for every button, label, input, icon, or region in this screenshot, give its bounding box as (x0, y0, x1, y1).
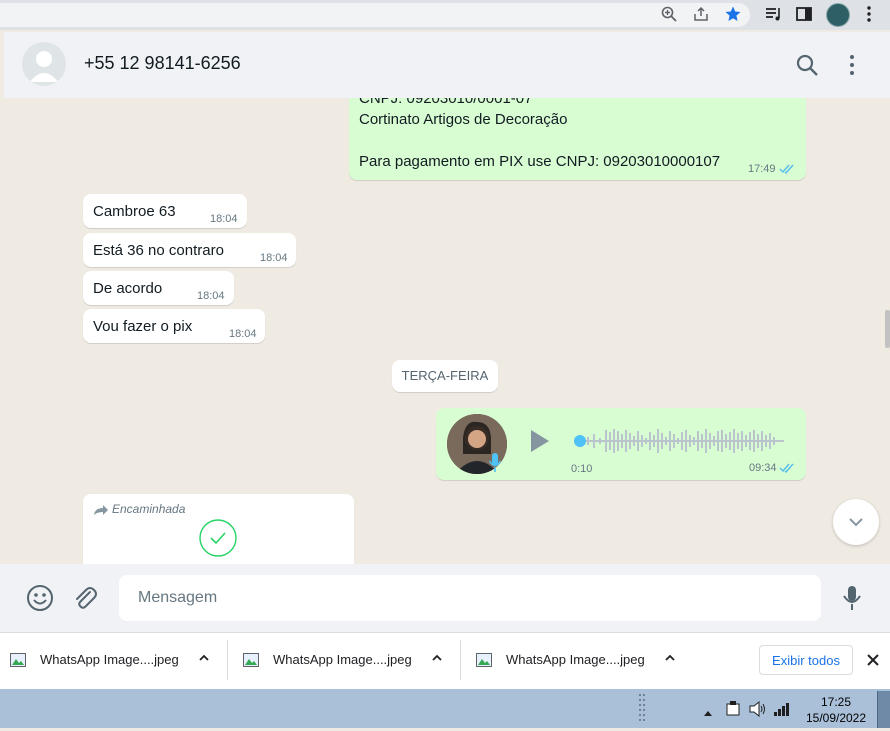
taskbar-grip (638, 692, 646, 731)
usb-eject-icon[interactable] (724, 700, 742, 723)
menu-icon[interactable] (859, 5, 879, 25)
microphone-icon[interactable] (840, 584, 864, 617)
message-input[interactable] (119, 575, 821, 621)
message-time: 18:04 (260, 252, 288, 264)
contact-name[interactable]: +55 12 98141-6256 (84, 53, 241, 74)
address-bar[interactable] (0, 3, 750, 27)
share-icon[interactable] (691, 5, 711, 25)
play-icon[interactable] (529, 428, 551, 458)
message-time: 18:04 (210, 213, 238, 225)
close-icon[interactable] (866, 653, 880, 672)
forwarded-message[interactable]: Encaminhada (83, 494, 354, 564)
chevron-up-icon[interactable] (198, 652, 210, 667)
network-icon[interactable] (773, 701, 791, 722)
download-filename: WhatsApp Image....jpeg (273, 652, 412, 667)
message-text: CNPJ: 09203010/0001-07 (359, 98, 533, 107)
clock-date[interactable]: 15/09/2022 (803, 711, 869, 725)
message-text: Está 36 no contraro (93, 242, 224, 259)
divider (460, 640, 461, 680)
message-placeholder: Mensagem (138, 589, 218, 606)
message-text: Cambroe 63 (93, 203, 176, 220)
avatar[interactable] (22, 42, 66, 86)
divider (227, 640, 228, 680)
outgoing-message[interactable]: CNPJ: 09203010/0001-07 Cortinato Artigos… (349, 98, 806, 180)
scrollbar-thumb[interactable] (885, 310, 890, 348)
emoji-icon[interactable] (26, 584, 54, 617)
zoom-icon[interactable] (659, 5, 679, 25)
download-filename: WhatsApp Image....jpeg (40, 652, 179, 667)
message-text: Cortinato Artigos de Decoração (359, 111, 568, 128)
scroll-down-button[interactable] (833, 499, 879, 545)
show-desktop-button[interactable] (877, 691, 890, 728)
read-ticks-icon (779, 461, 797, 478)
show-all-button[interactable]: Exibir todos (759, 645, 853, 675)
chevron-up-icon[interactable] (664, 652, 676, 667)
clock-time[interactable]: 17:25 (806, 695, 866, 709)
message-text: Vou fazer o pix (93, 318, 193, 335)
incoming-message[interactable]: De acordo 18:04 (83, 271, 234, 305)
search-icon[interactable] (795, 53, 819, 82)
forwarded-label: Encaminhada (112, 502, 186, 516)
message-text: De acordo (93, 280, 163, 297)
incoming-message[interactable]: Está 36 no contraro 18:04 (83, 233, 296, 267)
forward-arrow-icon (93, 503, 109, 520)
bookmark-star-icon[interactable] (723, 5, 743, 25)
tray-expand-icon[interactable] (703, 704, 713, 722)
incoming-message[interactable]: Cambroe 63 18:04 (83, 194, 247, 228)
download-filename: WhatsApp Image....jpeg (506, 652, 645, 667)
attach-icon[interactable] (71, 584, 99, 617)
read-ticks-icon (779, 162, 797, 179)
microphone-icon (488, 452, 502, 478)
voice-message[interactable]: 0:10 09:34 (436, 408, 806, 480)
message-time: 17:49 (748, 163, 776, 175)
message-text: Para pagamento em PIX use CNPJ: 09203010… (359, 153, 721, 170)
profile-avatar[interactable] (826, 3, 850, 27)
message-time: 18:04 (229, 328, 257, 340)
check-circle-icon (198, 518, 238, 562)
incoming-message[interactable]: Vou fazer o pix 18:04 (83, 309, 265, 343)
image-file-icon (10, 653, 26, 670)
image-file-icon (476, 653, 492, 670)
image-file-icon (243, 653, 259, 670)
message-time: 18:04 (197, 290, 225, 302)
chevron-up-icon[interactable] (431, 652, 443, 667)
reading-list-icon[interactable] (763, 5, 783, 25)
date-divider: TERÇA-FEIRA (392, 360, 498, 392)
chevron-down-icon (847, 514, 865, 535)
speaker-icon[interactable] (748, 700, 768, 723)
more-options-icon[interactable] (840, 53, 864, 82)
message-time: 09:34 (749, 462, 777, 474)
voice-duration: 0:10 (571, 463, 593, 475)
side-panel-icon[interactable] (794, 5, 814, 25)
audio-waveform[interactable] (572, 426, 786, 456)
message-list[interactable]: CNPJ: 09203010/0001-07 Cortinato Artigos… (4, 98, 890, 564)
